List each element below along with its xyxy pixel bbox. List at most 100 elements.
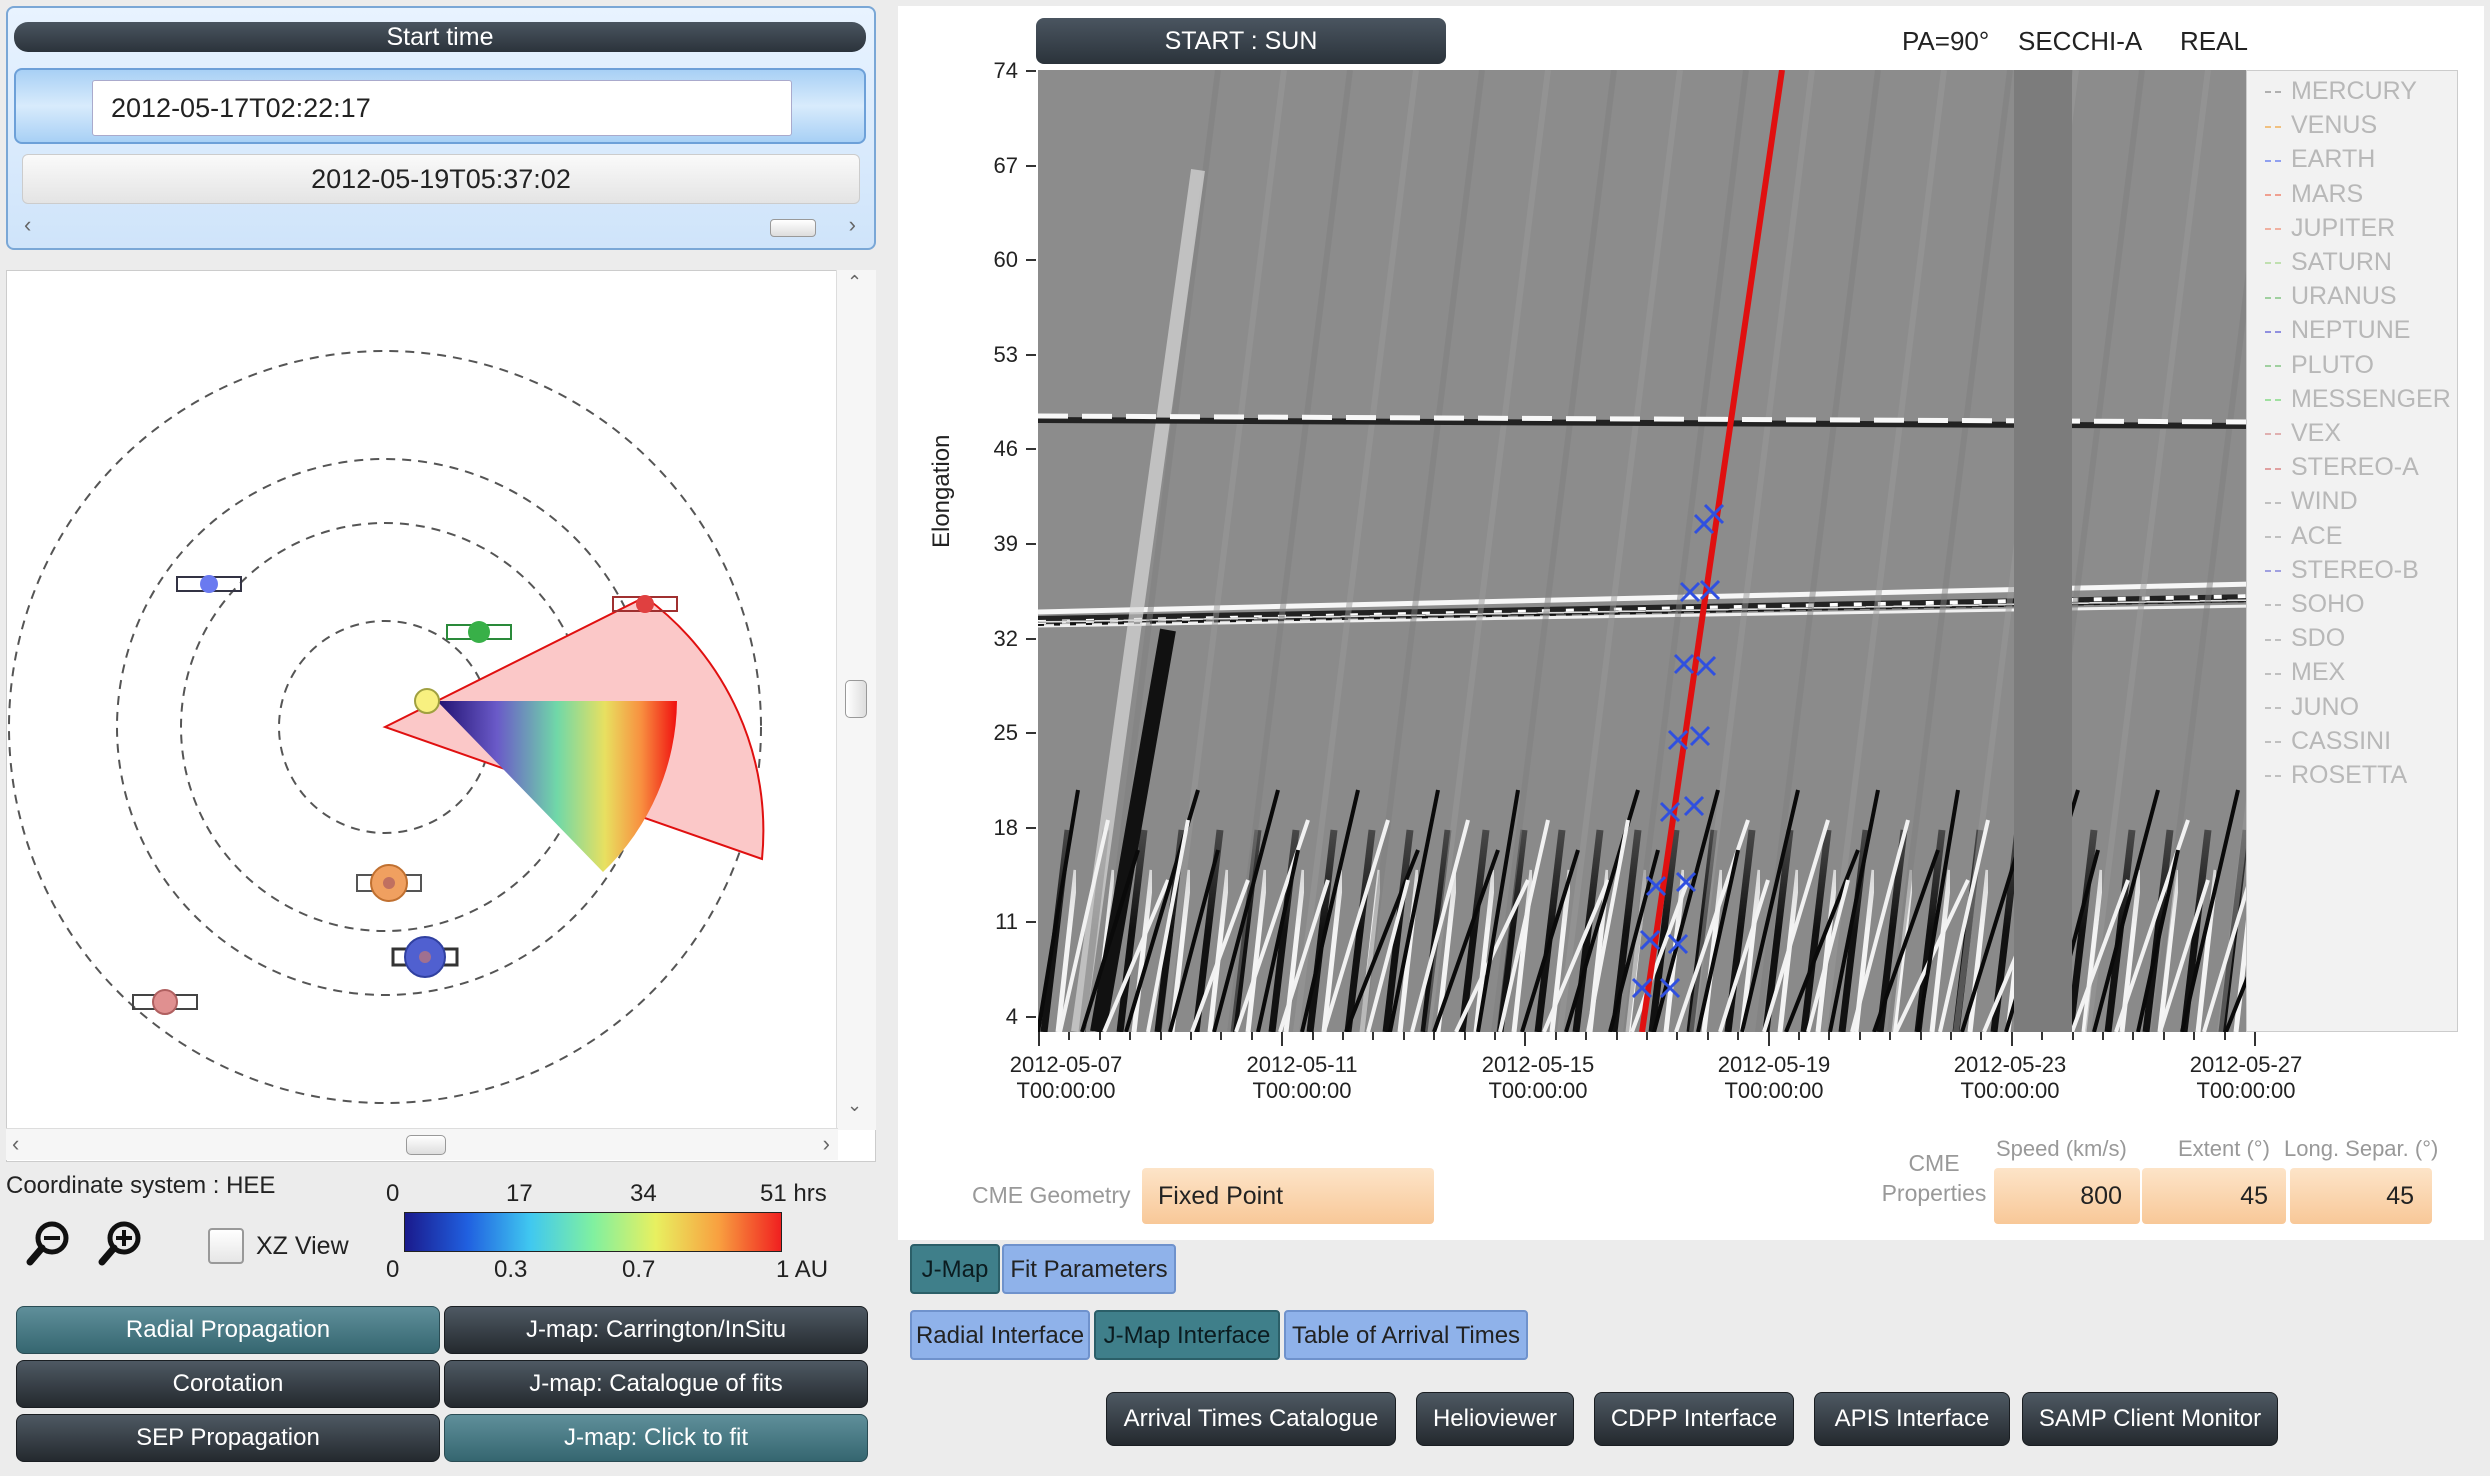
legend-item-sdo[interactable]: SDO [2265,624,2345,653]
legend-label: ROSETTA [2291,761,2408,789]
apis-interface-button[interactable]: APIS Interface [1814,1392,2010,1446]
scroll-left-icon[interactable]: ‹ [12,1131,19,1157]
helioviewer-button[interactable]: Helioviewer [1416,1392,1574,1446]
speed-input[interactable]: 800 [1994,1168,2140,1224]
y-tick-label: 39 [993,531,1018,556]
legend-item-soho[interactable]: SOHO [2265,590,2365,619]
legend-item-cassini[interactable]: CASSINI [2265,727,2391,756]
legend-item-jupiter[interactable]: JUPITER [2265,214,2395,243]
y-tick-label: 32 [993,625,1018,651]
legend-item-juno[interactable]: JUNO [2265,693,2359,722]
start-sun-button[interactable]: START : SUN [1036,18,1446,64]
scroll-left-icon[interactable]: ‹ [24,212,31,238]
x-tick-mark [1858,1032,1861,1040]
legend-label: VEX [2291,419,2342,447]
x-tick-mark [1919,1032,1922,1040]
xz-view-checkbox[interactable] [208,1228,244,1264]
scroll-right-icon[interactable]: › [823,1131,830,1157]
legend-item-ace[interactable]: ACE [2265,522,2342,551]
legend-item-saturn[interactable]: SATURN [2265,248,2392,277]
colorbar-tick: 17 [506,1180,533,1207]
scroll-up-icon[interactable]: ⌃ [847,272,862,293]
x-tick-mark [1281,1032,1284,1046]
extent-input[interactable]: 45 [2142,1168,2286,1224]
end-time-field[interactable]: 2012-05-19T05:37:02 [22,154,860,204]
jmap-click-to-fit-button[interactable]: J-map: Click to fit [444,1414,868,1462]
x-tick-label: 2012-05-07 T00:00:00 [976,1052,1156,1104]
x-tick-mark [1554,1032,1557,1040]
jmap-carrington-button[interactable]: J-map: Carrington/InSitu [444,1306,868,1354]
x-tick-mark [1494,1032,1496,1040]
orbit-horizontal-scrollbar[interactable]: ‹ › [6,1128,838,1160]
legend-label: SATURN [2291,248,2392,276]
sep-propagation-button[interactable]: SEP Propagation [16,1414,440,1462]
y-tick-mark [1026,1016,1036,1018]
x-tick-mark [1311,1032,1314,1040]
cme-front-icon [437,701,677,872]
legend-item-mercury[interactable]: MERCURY [2265,77,2417,106]
planet-mars-icon [132,989,198,1015]
cdpp-interface-button[interactable]: CDPP Interface [1594,1392,1794,1446]
orbit-view[interactable] [6,270,876,1162]
legend-label: STEREO-B [2291,555,2419,584]
sun-icon [414,688,440,714]
orbit-vertical-scrollbar[interactable]: ⌃ ⌄ [836,270,876,1130]
legend-line-icon [2265,706,2281,709]
y-tick-mark [1026,448,1036,451]
tab-radial-interface[interactable]: Radial Interface [910,1310,1090,1360]
legend-line-icon [2265,775,2281,778]
legend-line-icon [2265,330,2281,333]
start-time-input[interactable] [92,80,792,136]
tab-arrival-table[interactable]: Table of Arrival Times [1284,1310,1528,1360]
legend-item-messenger[interactable]: MESSENGER [2265,385,2451,414]
legend-item-neptune[interactable]: NEPTUNE [2265,316,2410,345]
x-tick-date: 2012-05-27 [2189,1052,2303,1077]
y-tick-mark [1026,637,1036,640]
object-legend[interactable]: MERCURY VENUS EARTH MARS JUPITER SATURN URANUS… [2246,70,2458,1032]
jmap-catalogue-button[interactable]: J-map: Catalogue of fits [444,1360,868,1408]
legend-item-stereo-b[interactable]: STEREO-B [2265,556,2419,585]
separation-label: Long. Separ. (°) [2284,1136,2439,1161]
corotation-button[interactable]: Corotation [16,1360,440,1408]
scroll-thumb[interactable] [770,219,816,237]
x-tick-time: T00:00:00 [1724,1078,1824,1103]
radial-propagation-button[interactable]: Radial Propagation [16,1306,440,1354]
zoom-out-button[interactable] [24,1218,74,1273]
scroll-down-icon[interactable]: ⌄ [847,1095,862,1116]
x-tick-label: 2012-05-27 T00:00:00 [2156,1052,2336,1104]
tab-jmap-interface[interactable]: J-Map Interface [1094,1310,1280,1360]
jmap-image[interactable] [1038,70,2254,1032]
scroll-thumb[interactable] [406,1135,446,1155]
legend-item-venus[interactable]: VENUS [2265,111,2377,140]
legend-line-icon [2265,433,2281,436]
legend-item-uranus[interactable]: URANUS [2265,282,2397,311]
x-tick-mark [2162,1032,2165,1040]
legend-item-earth[interactable]: EARTH [2265,145,2375,174]
time-scrollbar[interactable]: ‹ › [22,212,860,242]
legend-item-mex[interactable]: MEX [2265,658,2345,687]
y-tick-mark [1026,921,1036,924]
x-tick-date: 2012-05-11 [1246,1052,1358,1077]
legend-line-icon [2265,570,2281,573]
legend-item-pluto[interactable]: PLUTO [2265,351,2374,380]
scroll-right-icon[interactable]: › [849,212,856,238]
legend-item-vex[interactable]: VEX [2265,419,2341,448]
cme-geometry-select[interactable]: Fixed Point [1142,1168,1434,1224]
x-tick-mark [1250,1032,1253,1040]
zoom-in-button[interactable] [96,1218,146,1273]
legend-line-icon [2265,467,2281,470]
scroll-thumb[interactable] [845,680,867,718]
y-tick-mark [1026,826,1036,829]
legend-item-rosetta[interactable]: ROSETTA [2265,761,2407,790]
tab-jmap[interactable]: J-Map [910,1244,1000,1294]
legend-item-stereo-a[interactable]: STEREO-A [2265,453,2419,482]
separation-input[interactable]: 45 [2290,1168,2432,1224]
speed-label: Speed (km/s) [1996,1136,2127,1161]
samp-monitor-button[interactable]: SAMP Client Monitor [2022,1392,2278,1446]
legend-item-wind[interactable]: WIND [2265,487,2358,516]
tab-fit-parameters[interactable]: Fit Parameters [1002,1244,1176,1294]
planet-earth-icon [391,936,459,978]
legend-item-mars[interactable]: MARS [2265,180,2363,209]
arrival-catalogue-button[interactable]: Arrival Times Catalogue [1106,1392,1396,1446]
x-tick-mark [2132,1032,2135,1040]
